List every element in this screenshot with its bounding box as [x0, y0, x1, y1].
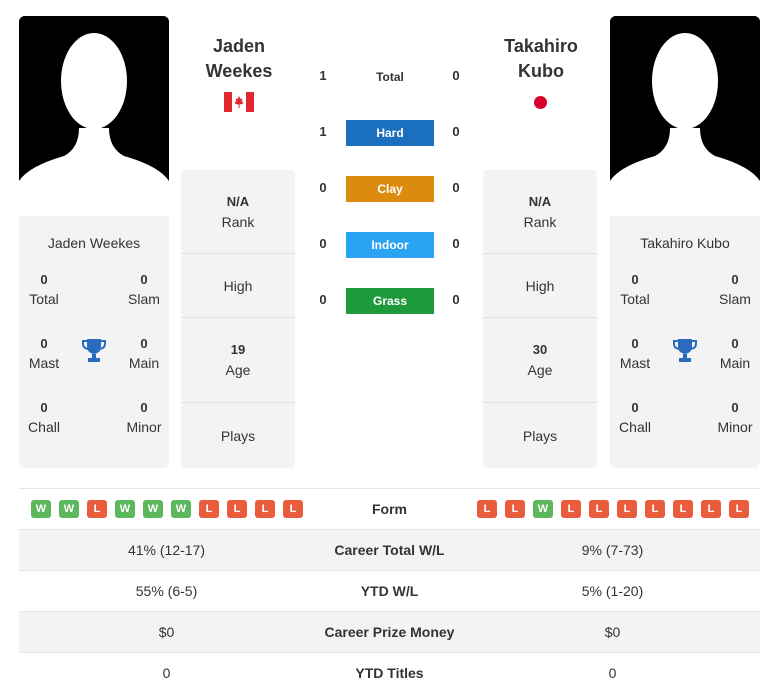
player1-main: 0 Main — [128, 336, 160, 371]
player1-ytd-wl: 55% (6-5) — [135, 583, 198, 599]
player1-info: N/A Rank High 19 Age Plays — [181, 170, 295, 468]
player2-prize-money: $0 — [604, 624, 621, 640]
form-win-badge[interactable]: W — [171, 500, 191, 518]
player1-total: 0 Total — [29, 272, 59, 307]
player1-form: WWLWWWLLLL — [19, 500, 314, 518]
h2h-clay-row: 0 Clay 0 — [310, 176, 470, 202]
player2-plays: Plays — [522, 427, 558, 444]
form-loss-badge[interactable]: L — [589, 500, 609, 518]
table-row: $0 Career Prize Money $0 — [19, 611, 760, 652]
player1-mast: 0 Mast — [28, 336, 60, 371]
row-label: Career Prize Money — [324, 624, 455, 640]
row-label: Career Total W/L — [334, 542, 445, 558]
player2-title[interactable]: Takahiro Kubo — [483, 34, 599, 84]
form-loss-badge[interactable]: L — [199, 500, 219, 518]
surface-hard-badge[interactable]: Hard — [346, 120, 434, 146]
surface-grass-badge[interactable]: Grass — [346, 288, 434, 314]
player2-info: N/A Rank High 30 Age Plays — [483, 170, 597, 468]
player2-ytd-titles: 0 — [608, 665, 617, 681]
player1-high: High — [181, 254, 295, 318]
player1-age: 19 Age — [181, 318, 295, 403]
form-loss-badge[interactable]: L — [255, 500, 275, 518]
comparison-table: WWLWWWLLLL Form LLWLLLLLLL 41% (12-17) C… — [19, 488, 760, 693]
player1-slam: 0 Slam — [128, 272, 160, 307]
silhouette-icon — [610, 16, 760, 216]
form-loss-badge[interactable]: L — [617, 500, 637, 518]
form-win-badge[interactable]: W — [59, 500, 79, 518]
table-row: 0 YTD Titles 0 — [19, 652, 760, 693]
player1-plays: Plays — [220, 427, 256, 444]
row-label: YTD W/L — [360, 583, 419, 599]
canada-flag-icon — [224, 92, 254, 112]
player1-rank: N/A Rank — [181, 170, 295, 254]
player2-age: 30 Age — [483, 318, 597, 403]
row-label: YTD Titles — [355, 665, 424, 681]
form-loss-badge[interactable]: L — [561, 500, 581, 518]
h2h-total-row: 1 Total 0 — [310, 64, 470, 90]
player2-slam: 0 Slam — [719, 272, 751, 307]
japan-flag-icon — [534, 96, 547, 109]
table-row: 41% (12-17) Career Total W/L 9% (7-73) — [19, 529, 760, 570]
surface-clay-badge[interactable]: Clay — [346, 176, 434, 202]
table-row: 55% (6-5) YTD W/L 5% (1-20) — [19, 570, 760, 611]
player2-chall: 0 Chall — [619, 400, 651, 435]
player1-card: Jaden Weekes 0 Total 0 Slam 0 Mast 0 Main 0C… — [19, 16, 169, 468]
trophy-icon — [673, 339, 697, 362]
player2-main: 0 Main — [719, 336, 751, 371]
trophy-icon — [82, 339, 106, 362]
form-win-badge[interactable]: W — [31, 500, 51, 518]
player2-high: High — [483, 254, 597, 318]
form-loss-badge[interactable]: L — [87, 500, 107, 518]
player1-photo — [19, 16, 169, 216]
silhouette-icon — [19, 16, 169, 216]
player2-rank: N/A Rank — [483, 170, 597, 254]
form-row: WWLWWWLLLL Form LLWLLLLLLL — [19, 488, 760, 529]
player1-career-wl: 41% (12-17) — [127, 542, 206, 558]
player1-minor: 0 Minor — [126, 400, 162, 435]
form-loss-badge[interactable]: L — [227, 500, 247, 518]
form-loss-badge[interactable]: L — [283, 500, 303, 518]
player2-card: Takahiro Kubo 0 Total 0 Slam 0 Mast 0 Main 0… — [610, 16, 760, 468]
player2-career-wl: 9% (7-73) — [581, 542, 644, 558]
player2-minor: 0 Minor — [717, 400, 753, 435]
player1-chall: 0 Chall — [28, 400, 60, 435]
h2h-hard-row: 1 Hard 0 — [310, 120, 470, 146]
player2-form: LLWLLLLLLL — [465, 500, 760, 518]
form-loss-badge[interactable]: L — [701, 500, 721, 518]
form-loss-badge[interactable]: L — [645, 500, 665, 518]
player1-title[interactable]: Jaden Weekes — [181, 34, 297, 84]
player2-mast: 0 Mast — [619, 336, 651, 371]
player2-name: Takahiro Kubo — [640, 235, 730, 251]
player2-photo — [610, 16, 760, 216]
player1-ytd-titles: 0 — [162, 665, 171, 681]
h2h-grass-row: 0 Grass 0 — [310, 288, 470, 314]
form-loss-badge[interactable]: L — [505, 500, 525, 518]
form-label: Form — [372, 501, 407, 517]
form-loss-badge[interactable]: L — [729, 500, 749, 518]
form-win-badge[interactable]: W — [143, 500, 163, 518]
form-loss-badge[interactable]: L — [477, 500, 497, 518]
form-win-badge[interactable]: W — [533, 500, 553, 518]
form-loss-badge[interactable]: L — [673, 500, 693, 518]
surface-indoor-badge[interactable]: Indoor — [346, 232, 434, 258]
form-win-badge[interactable]: W — [115, 500, 135, 518]
player2-ytd-wl: 5% (1-20) — [581, 583, 644, 599]
player1-prize-money: $0 — [158, 624, 175, 640]
player1-name: Jaden Weekes — [47, 235, 141, 251]
player2-total: 0 Total — [620, 272, 650, 307]
h2h-indoor-row: 0 Indoor 0 — [310, 232, 470, 258]
surface-total-label: Total — [376, 70, 404, 84]
